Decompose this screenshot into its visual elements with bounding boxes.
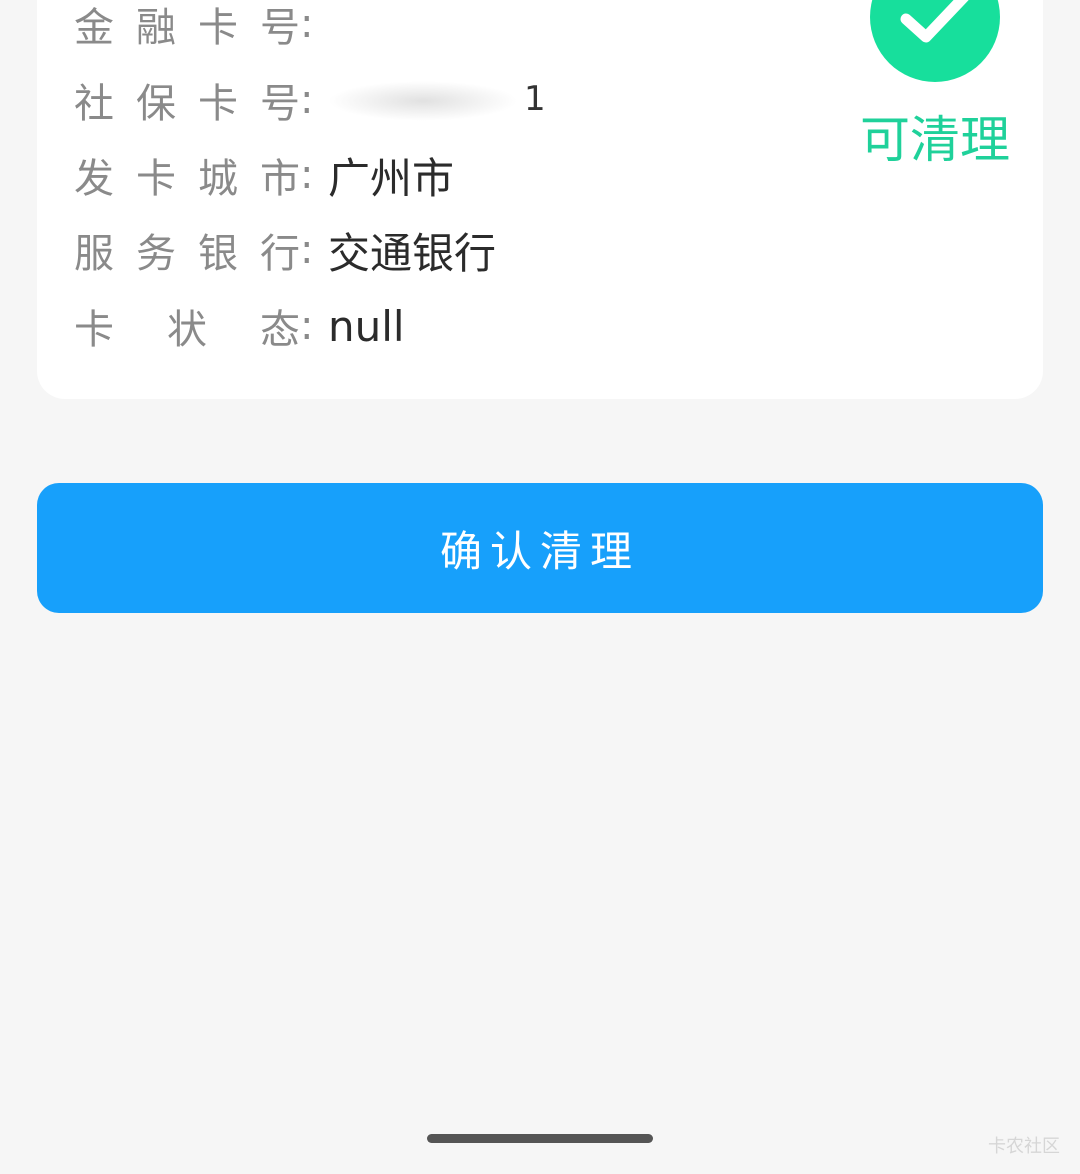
row-label: 发 卡 城 市 : xyxy=(74,146,328,204)
label-char: 卡 xyxy=(136,156,176,202)
label-colon: : xyxy=(300,152,314,198)
label-colon: : xyxy=(300,1,314,47)
info-row-card-status: 卡 状 态 : null xyxy=(74,296,405,356)
row-label: 金 融 卡 号 : xyxy=(74,0,328,53)
social-card-number: 1 xyxy=(328,79,550,121)
confirm-clear-button[interactable]: 确认清理 xyxy=(37,483,1043,613)
row-label: 社 保 卡 号 : xyxy=(74,71,328,129)
redaction-blur xyxy=(328,80,518,121)
label-char: 卡 xyxy=(74,307,114,353)
label-char: 行 xyxy=(260,231,300,277)
card-status-value: null xyxy=(328,301,405,351)
info-row-service-bank: 服 务 银 行 : 交通银行 xyxy=(74,220,496,280)
status-text: 可清理 xyxy=(860,111,1010,169)
label-char: 服 xyxy=(74,231,114,277)
label-char: 金 xyxy=(74,5,114,51)
label-char: 社 xyxy=(74,81,114,127)
info-row-financial-card: 金 融 卡 号 : xyxy=(74,0,328,54)
label-char: 保 xyxy=(136,81,176,127)
label-char: 号 xyxy=(260,81,300,127)
label-char: 发 xyxy=(74,156,114,202)
label-char: 融 xyxy=(136,5,176,51)
watermark-text: 卡农社区 xyxy=(988,1136,1060,1157)
info-row-social-card: 社 保 卡 号 : 1 xyxy=(74,70,550,130)
label-char: 号 xyxy=(260,5,300,51)
label-char: 市 xyxy=(260,156,300,202)
label-char: 卡 xyxy=(198,81,238,127)
label-char: 卡 xyxy=(198,5,238,51)
label-colon: : xyxy=(300,77,314,123)
label-colon: : xyxy=(300,303,314,349)
checkmark-icon xyxy=(900,0,969,43)
check-circle-icon xyxy=(870,0,1000,82)
label-char: 态 xyxy=(260,307,300,353)
service-bank-value: 交通银行 xyxy=(328,228,497,278)
issue-city-value: 广州市 xyxy=(328,153,455,203)
info-row-issue-city: 发 卡 城 市 : 广州市 xyxy=(74,145,454,205)
label-char: 状 xyxy=(167,307,207,353)
label-colon: : xyxy=(300,227,314,273)
label-char: 务 xyxy=(136,231,176,277)
row-label: 服 务 银 行 : xyxy=(74,221,328,279)
home-indicator[interactable] xyxy=(427,1134,653,1143)
social-card-number-suffix: 1 xyxy=(524,79,550,120)
row-label: 卡 状 态 : xyxy=(74,297,328,355)
label-char: 银 xyxy=(198,231,238,277)
label-char: 城 xyxy=(198,156,238,202)
clear-card-page: 可清理 金 融 卡 号 : 社 保 卡 号 : 1 发 卡 城 市: 广州市 … xyxy=(0,0,1080,1174)
